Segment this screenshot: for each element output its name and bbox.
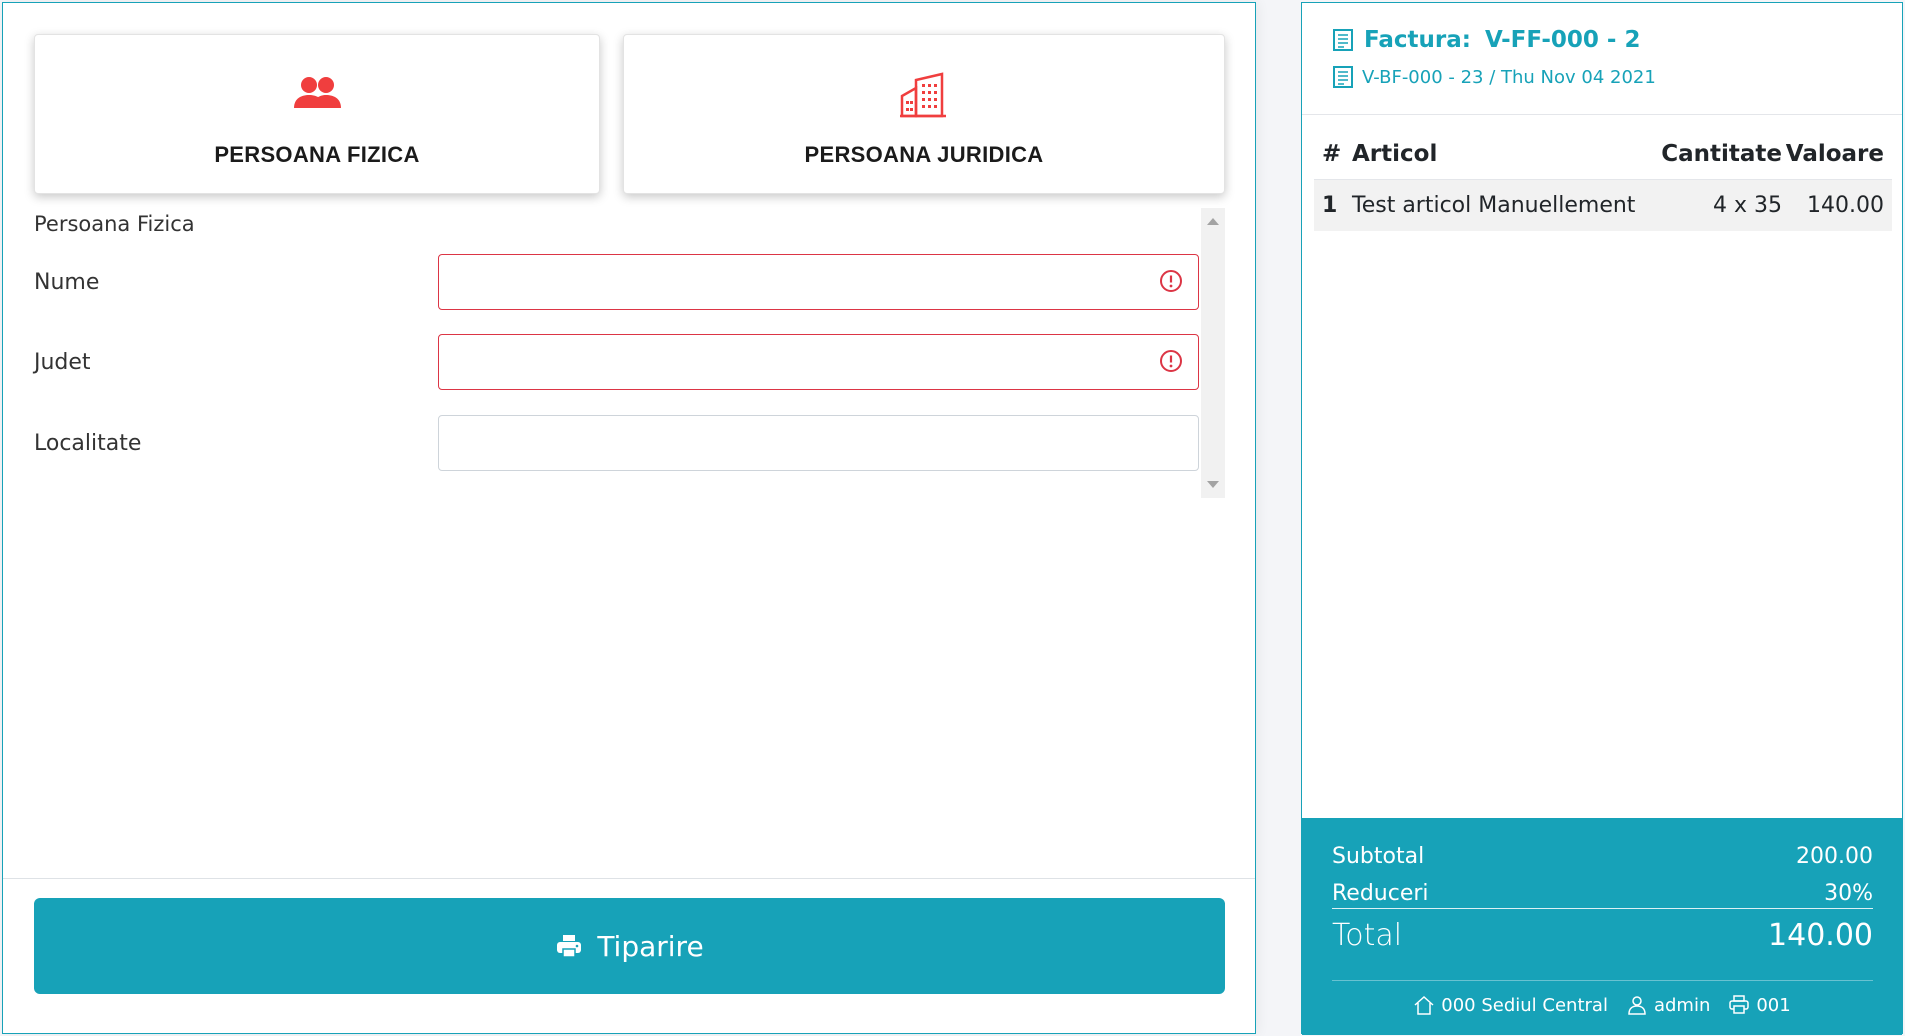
- invoice-title-prefix: Factura:: [1364, 27, 1471, 53]
- column-header-cantitate: Cantitate: [1652, 129, 1782, 180]
- status-bar: 000 Sediul Central admin 001: [1302, 994, 1902, 1016]
- discount-row: Reduceri 30%: [1332, 881, 1873, 909]
- printer-text: 001: [1756, 994, 1791, 1016]
- user-text: admin: [1653, 994, 1711, 1016]
- invoice-number: V-FF-000 - 2: [1484, 27, 1641, 53]
- subtotal-row: Subtotal 200.00: [1332, 844, 1873, 869]
- printer-icon: [1729, 995, 1750, 1014]
- column-header-valoare: Valoare: [1782, 129, 1892, 180]
- invoice-panel: Factura: V-FF-000 - 2 V-BF-000 - 23 / Th…: [1301, 2, 1903, 1035]
- tiparire-button[interactable]: Tiparire: [34, 898, 1225, 994]
- discount-label: Reduceri: [1332, 881, 1429, 906]
- subtotal-value: 200.00: [1796, 844, 1873, 869]
- totals-section: Subtotal 200.00 Reduceri 30% Total 140.0…: [1302, 818, 1902, 1035]
- form-section-title: Persoana Fizica: [34, 212, 195, 236]
- invoice-reference: V-BF-000 - 23 / Thu Nov 04 2021: [1362, 66, 1656, 88]
- invoice-items-table: # Articol Cantitate Valoare 1 Test artic…: [1314, 129, 1892, 231]
- users-icon: [294, 77, 341, 108]
- item-quantity: 4 x 35: [1652, 179, 1782, 231]
- user-icon: [1628, 996, 1646, 1015]
- receipt-icon: [1333, 66, 1353, 88]
- item-name: Test articol Manuellement: [1352, 179, 1652, 231]
- nume-label: Nume: [34, 270, 100, 295]
- user-status: admin: [1626, 994, 1710, 1016]
- localitate-label: Localitate: [34, 431, 142, 456]
- alert-circle-icon: [1160, 350, 1182, 372]
- customer-form-panel: PERSOANA FIZICA PERSOANA JURIDICA Persoa…: [2, 2, 1256, 1034]
- nume-input[interactable]: [438, 254, 1199, 310]
- printer-status: 001: [1728, 994, 1791, 1016]
- tiparire-label: Tiparire: [597, 929, 704, 963]
- location-text: 000 Sediul Central: [1441, 994, 1608, 1016]
- totals-divider: [1332, 980, 1873, 981]
- total-value: 140.00: [1768, 918, 1873, 953]
- column-header-articol: Articol: [1352, 129, 1652, 180]
- scroll-down-icon[interactable]: [1207, 481, 1219, 488]
- receipt-icon: [1333, 29, 1353, 51]
- column-header-index: #: [1314, 129, 1352, 180]
- item-index: 1: [1314, 179, 1352, 231]
- footer-divider: [3, 878, 1255, 879]
- printer-icon: [557, 935, 582, 958]
- persoana-juridica-label: PERSOANA JURIDICA: [804, 142, 1044, 167]
- header-divider: [1302, 114, 1902, 115]
- total-label: Total: [1332, 918, 1403, 953]
- item-value: 140.00: [1782, 179, 1892, 231]
- location-status: 000 Sediul Central: [1413, 994, 1608, 1016]
- judet-label: Judet: [34, 350, 91, 375]
- persoana-fizica-label: PERSOANA FIZICA: [214, 142, 420, 167]
- subtotal-label: Subtotal: [1332, 844, 1425, 869]
- building-icon: [900, 72, 946, 118]
- scroll-up-icon[interactable]: [1207, 218, 1219, 225]
- invoice-header: Factura: V-FF-000 - 2 V-BF-000 - 23 / Th…: [1332, 27, 1656, 89]
- table-row[interactable]: 1 Test articol Manuellement 4 x 35 140.0…: [1314, 179, 1892, 231]
- form-scrollbar[interactable]: [1201, 208, 1225, 498]
- total-row: Total 140.00: [1332, 918, 1873, 953]
- localitate-input[interactable]: [438, 415, 1199, 471]
- home-icon: [1414, 995, 1434, 1015]
- judet-input[interactable]: [438, 334, 1199, 390]
- discount-value: 30%: [1824, 881, 1873, 906]
- persoana-juridica-card[interactable]: PERSOANA JURIDICA: [623, 34, 1225, 194]
- persoana-fizica-card[interactable]: PERSOANA FIZICA: [34, 34, 600, 194]
- alert-circle-icon: [1160, 270, 1182, 292]
